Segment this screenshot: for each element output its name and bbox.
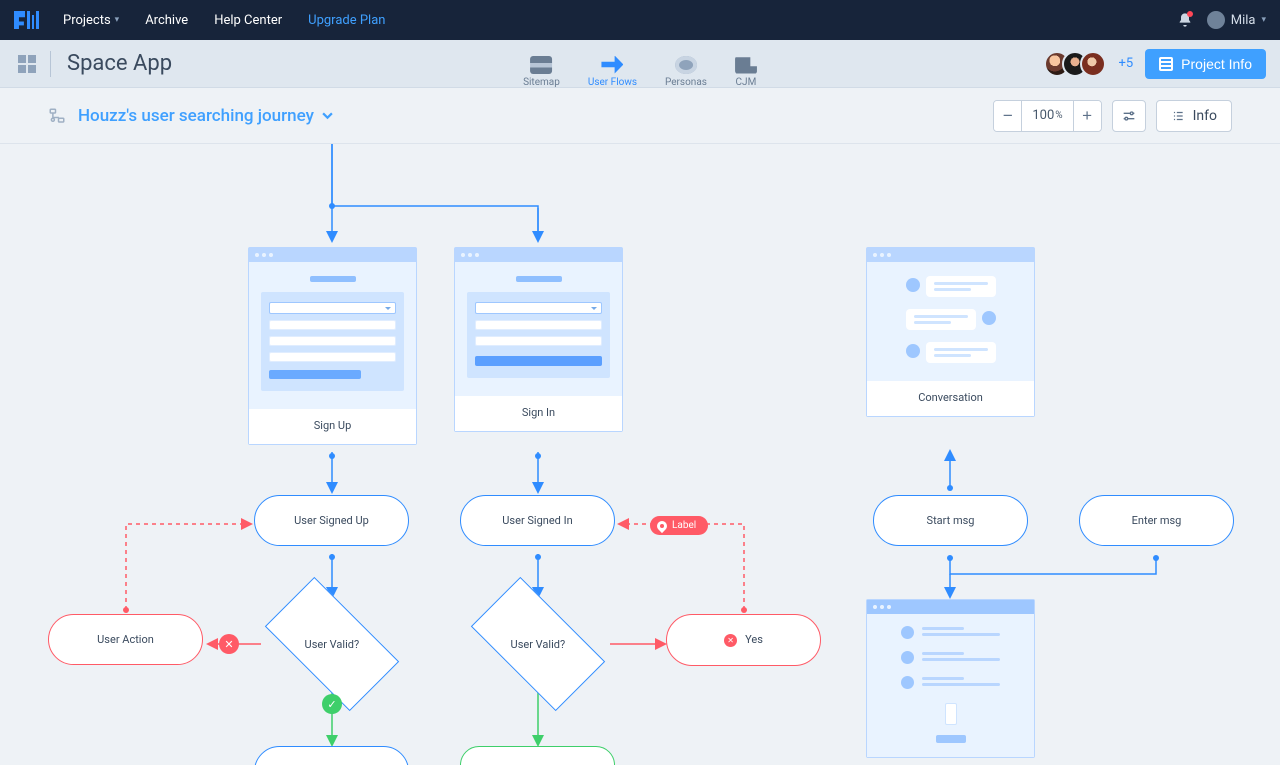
nav-upgrade[interactable]: Upgrade Plan [308, 13, 385, 28]
list-icon [1171, 109, 1185, 123]
collaborator-avatars[interactable] [1052, 51, 1106, 77]
chevron-down-icon [322, 110, 333, 121]
user-menu[interactable]: Mila ▾ [1207, 11, 1266, 29]
avatar [1207, 11, 1225, 29]
node-user-signed-in[interactable]: User Signed In [460, 495, 615, 546]
screen-conversation[interactable]: Conversation [866, 247, 1035, 417]
notification-dot [1187, 11, 1193, 17]
project-title: Space App [67, 51, 172, 76]
logo[interactable] [14, 11, 39, 29]
nav-projects[interactable]: Projects▾ [63, 13, 119, 28]
flow-info-button[interactable]: Info [1156, 100, 1232, 132]
nav-help[interactable]: Help Center [214, 13, 282, 28]
node-peek-1[interactable]: User Action [254, 746, 409, 765]
notifications-icon[interactable] [1177, 12, 1193, 28]
screen-signup[interactable]: Sign Up [248, 247, 417, 445]
sliders-icon [1121, 108, 1137, 124]
list-icon [1159, 57, 1173, 71]
settings-button[interactable] [1112, 100, 1146, 132]
avatar [1080, 51, 1106, 77]
project-info-button[interactable]: Project Info [1145, 49, 1266, 79]
grid-icon[interactable] [18, 55, 36, 73]
yes-label: Yes [745, 633, 763, 646]
divider [50, 51, 51, 77]
zoom-in-button[interactable]: + [1073, 101, 1101, 131]
screen-caption: Sign In [455, 396, 622, 431]
flow-icon [48, 107, 66, 125]
node-user-action[interactable]: User Action [48, 614, 203, 665]
edge-label[interactable]: Label [650, 516, 708, 535]
screen-caption: Conversation [867, 381, 1034, 416]
mode-personas[interactable]: Personas [665, 56, 707, 88]
node-start-msg[interactable]: Start msg [873, 495, 1028, 546]
decision-user-valid-2[interactable]: User Valid? [453, 594, 623, 694]
x-icon: ✕ [724, 634, 737, 647]
node-user-signed-up[interactable]: User Signed Up [254, 495, 409, 546]
yes-marker: ✓ [322, 694, 342, 714]
node-yes[interactable]: ✕ Yes [666, 614, 821, 666]
zoom-level: 100% [1022, 101, 1072, 131]
collaborator-count[interactable]: +5 [1118, 56, 1133, 71]
screen-signin[interactable]: Sign In [454, 247, 623, 432]
nav-archive[interactable]: Archive [145, 13, 188, 28]
mode-sitemap[interactable]: Sitemap [523, 56, 560, 88]
breadcrumb[interactable]: Houzz's user searching journey [78, 106, 333, 126]
mode-cjm[interactable]: CJM [735, 56, 757, 88]
screen-caption: Sign Up [249, 409, 416, 444]
screen-contacts[interactable] [866, 599, 1035, 758]
node-enter-msg[interactable]: Enter msg [1079, 495, 1234, 546]
node-peek-2[interactable] [460, 746, 615, 765]
no-marker: ✕ [219, 634, 239, 654]
decision-user-valid-1[interactable]: User Valid? [247, 594, 417, 694]
mode-userflows[interactable]: User Flows [588, 56, 637, 88]
zoom-out-button[interactable]: − [994, 101, 1022, 131]
zoom-control: − 100% + [993, 100, 1101, 132]
